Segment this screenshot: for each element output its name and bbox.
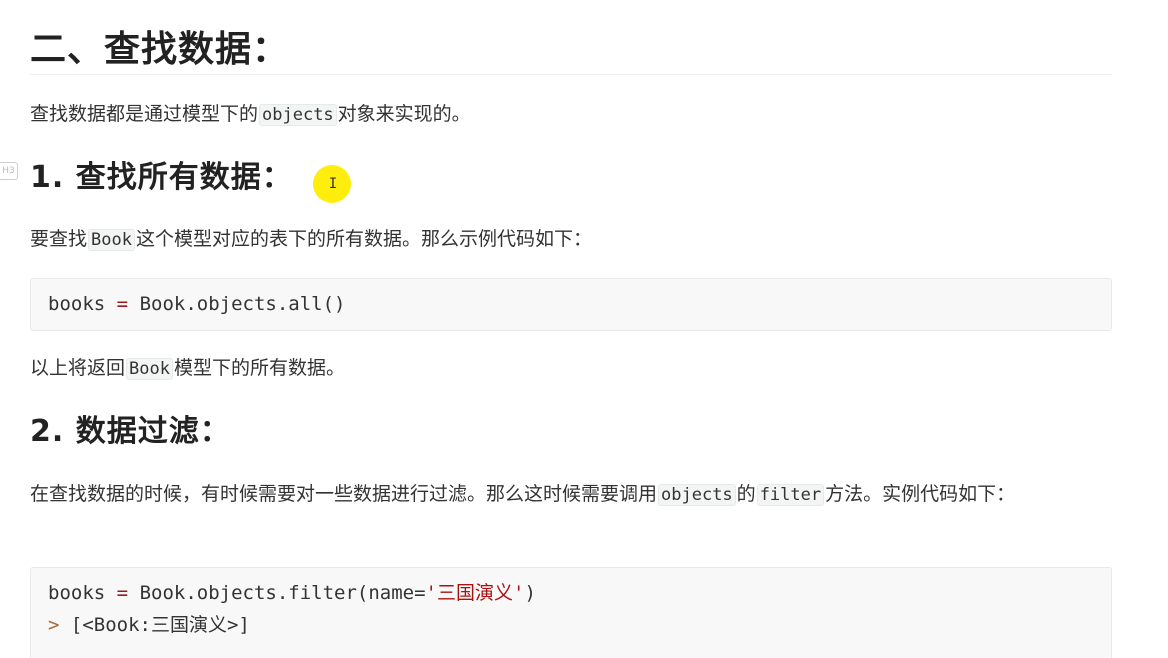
code-var: books: [48, 582, 106, 604]
code-var: books: [48, 293, 106, 315]
code-operator: =: [116, 293, 129, 315]
code-expression: Book.objects.all(): [139, 293, 346, 315]
section1-heading: 1. 查找所有数据：: [30, 160, 293, 195]
inline-code-objects: objects: [259, 104, 337, 126]
code-string: '三国演义': [425, 582, 525, 604]
code-line-1: books = Book.objects.filter(name='三国演义'): [48, 578, 536, 609]
section2-desc-part2: 的: [736, 483, 756, 505]
code-block-all[interactable]: books = Book.objects.all(): [30, 278, 1112, 331]
section1-desc-before: 要查找: [30, 228, 88, 250]
section1-result-before: 以上将返回: [30, 357, 126, 379]
inline-code-filter: filter: [756, 484, 825, 506]
intro-text-after: 对象来实现的。: [337, 103, 471, 125]
section1-result: 以上将返回 Book 模型下的所有数据。: [30, 351, 1112, 386]
document-page: 二、查找数据： 查找数据都是通过模型下的 objects 对象来实现的。 1. 查找…: [30, 0, 1112, 658]
intro-paragraph: 查找数据都是通过模型下的 objects 对象来实现的。: [30, 97, 1112, 132]
intro-text-before: 查找数据都是通过模型下的: [30, 103, 259, 125]
heading-level-marker[interactable]: H3: [0, 162, 18, 180]
inline-code-book: Book: [88, 229, 135, 251]
code-call-start: Book.objects.filter(name=: [139, 582, 426, 604]
section1-description: 要查找 Book 这个模型对应的表下的所有数据。那么示例代码如下：: [30, 222, 1112, 257]
section2-desc-part3: 方法。实例代码如下：: [825, 483, 1016, 505]
text-cursor-icon: I: [328, 176, 338, 192]
code-output-prompt: >: [48, 614, 60, 636]
section1-desc-after: 这个模型对应的表下的所有数据。那么示例代码如下：: [135, 228, 592, 250]
code-line-2: > [<Book:三国演义>]: [48, 610, 250, 641]
code-operator: =: [116, 582, 129, 604]
page-title: 二、查找数据：: [30, 26, 1112, 75]
section2-desc-part1: 在查找数据的时候，有时候需要对一些数据进行过滤。那么这时候需要调用: [30, 483, 658, 505]
code-line: books = Book.objects.all(): [48, 289, 345, 320]
code-block-filter[interactable]: books = Book.objects.filter(name='三国演义')…: [30, 567, 1112, 658]
inline-code-book-result: Book: [126, 358, 173, 380]
section2-heading: 2. 数据过滤：: [30, 414, 231, 449]
code-call-end: ): [524, 582, 536, 604]
code-output: [<Book:三国演义>]: [70, 614, 250, 636]
inline-code-objects-2: objects: [658, 484, 736, 506]
section1-result-after: 模型下的所有数据。: [173, 357, 345, 379]
section2-description: 在查找数据的时候，有时候需要对一些数据进行过滤。那么这时候需要调用 objects…: [30, 477, 1112, 512]
